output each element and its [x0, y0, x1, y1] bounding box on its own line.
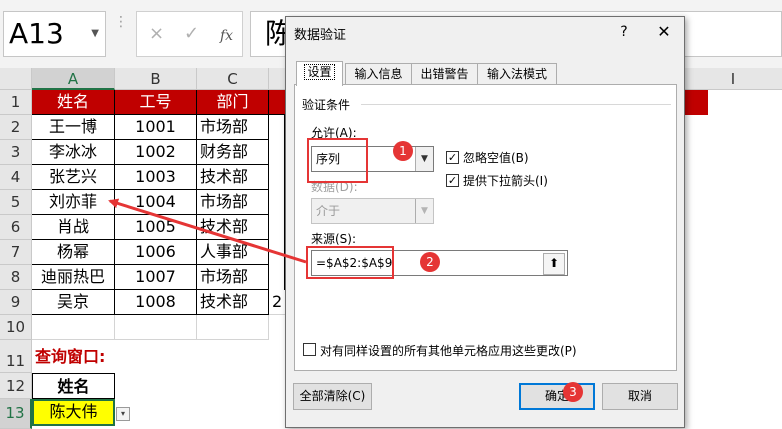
tab-settings[interactable]: 设置 [296, 61, 343, 86]
annotation-arrow [108, 198, 307, 264]
